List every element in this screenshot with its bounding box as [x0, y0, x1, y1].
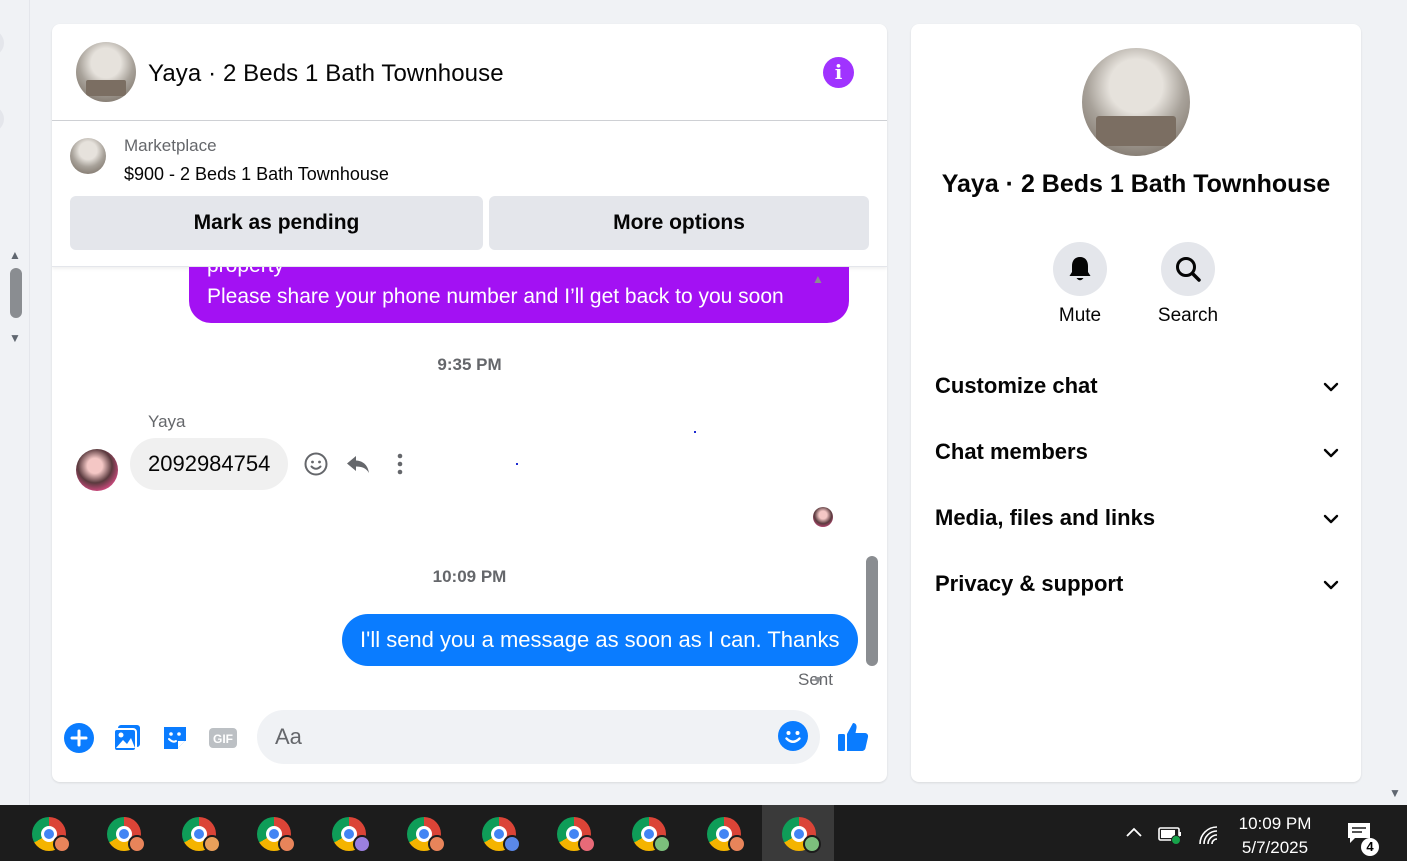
chrome-taskbar-app[interactable] [312, 805, 384, 861]
customize-chat-section[interactable]: Customize chat [935, 367, 1341, 407]
search-button[interactable]: Search [1138, 242, 1238, 327]
section-label: Customize chat [935, 373, 1098, 398]
more-options-button[interactable]: More options [489, 196, 869, 250]
read-receipt-avatar [813, 507, 833, 527]
message-composer: GIF [52, 708, 887, 770]
message-input-container[interactable] [257, 710, 820, 764]
mark-as-pending-button[interactable]: Mark as pending [70, 196, 483, 250]
battery-icon[interactable] [1158, 825, 1184, 861]
page-scroll-down-icon[interactable]: ▼ [1389, 786, 1401, 800]
chat-scrollbar-thumb[interactable] [866, 556, 878, 666]
section-label: Privacy & support [935, 571, 1124, 596]
chat-members-section[interactable]: Chat members [935, 433, 1341, 473]
profile-badge-icon [578, 835, 596, 853]
chat-header: Yaya · 2 Beds 1 Bath Townhouse i [52, 24, 887, 121]
privacy-support-section[interactable]: Privacy & support [935, 565, 1341, 605]
message-text: Please share your phone number and I’ll … [207, 285, 784, 308]
notification-count-badge: 4 [1361, 838, 1379, 856]
scroll-up-arrow-icon[interactable]: ▲ [9, 248, 21, 262]
details-title: Yaya · 2 Beds 1 Bath Townhouse [941, 170, 1331, 198]
left-strip: ▲ ▼ [0, 0, 30, 805]
sender-name: Yaya [148, 412, 186, 431]
info-icon[interactable]: i [823, 57, 854, 88]
listing-thumbnail[interactable] [70, 138, 106, 174]
chrome-taskbar-app[interactable] [12, 805, 84, 861]
chat-scroll-up-icon[interactable]: ▲ [812, 272, 824, 286]
outgoing-message-bubble[interactable]: property Please share your phone number … [189, 267, 849, 323]
chrome-taskbar-app[interactable] [387, 805, 459, 861]
stray-pixel [694, 431, 696, 433]
wifi-icon[interactable] [1196, 823, 1220, 861]
outgoing-message-bubble[interactable]: I'll send you a message as soon as I can… [342, 614, 858, 666]
profile-badge-icon [728, 835, 746, 853]
system-clock[interactable]: 10:09 PM 5/7/2025 [1218, 812, 1332, 860]
section-label: Chat members [935, 439, 1088, 464]
left-scrollbar-thumb[interactable] [10, 268, 22, 318]
clock-time: 10:09 PM [1238, 814, 1312, 833]
chrome-taskbar-app[interactable] [87, 805, 159, 861]
react-emoji-icon[interactable] [303, 451, 329, 477]
chevron-up-icon[interactable] [1124, 825, 1144, 861]
mute-label: Mute [1058, 305, 1102, 326]
profile-badge-icon [128, 835, 146, 853]
scroll-down-arrow-icon[interactable]: ▼ [9, 331, 21, 345]
chrome-taskbar-app[interactable] [162, 805, 234, 861]
media-files-links-section[interactable]: Media, files and links [935, 499, 1341, 539]
profile-badge-icon [203, 835, 221, 853]
left-nav-item[interactable] [0, 30, 4, 56]
incoming-message-bubble[interactable]: 2092984754 [130, 438, 289, 490]
section-label: Media, files and links [935, 505, 1156, 530]
reply-icon[interactable] [345, 451, 371, 477]
chat-avatar[interactable] [76, 42, 136, 102]
emoji-icon[interactable] [778, 721, 808, 751]
chat-panel: Yaya · 2 Beds 1 Bath Townhouse i Marketp… [52, 24, 887, 782]
listing-title[interactable]: $900 - 2 Beds 1 Bath Townhouse [124, 164, 389, 185]
sender-avatar[interactable] [76, 449, 118, 491]
profile-badge-icon [53, 835, 71, 853]
chat-scroll-down-icon[interactable]: ▼ [812, 673, 824, 687]
bell-icon[interactable] [1053, 242, 1107, 296]
search-label: Search [1157, 305, 1219, 326]
timestamp: 10:09 PM [432, 567, 507, 586]
profile-badge-icon [428, 835, 446, 853]
gallery-icon[interactable] [111, 722, 143, 754]
profile-badge-icon [503, 835, 521, 853]
message-text: property [207, 267, 284, 278]
search-icon[interactable] [1161, 242, 1215, 296]
left-nav-item[interactable] [0, 106, 4, 132]
plus-circle-icon[interactable] [63, 722, 95, 754]
profile-badge-icon [653, 835, 671, 853]
chevron-down-icon [1323, 514, 1339, 524]
chat-details-panel: Yaya · 2 Beds 1 Bath Townhouse Mute Sear… [911, 24, 1361, 782]
thumbs-up-icon[interactable] [836, 720, 869, 752]
chevron-down-icon [1323, 382, 1339, 392]
chevron-down-icon [1323, 448, 1339, 458]
marketplace-label: Marketplace [124, 136, 217, 155]
taskbar: 10:09 PM 5/7/2025 4 [0, 805, 1407, 861]
details-avatar[interactable] [1082, 48, 1190, 156]
chrome-taskbar-app[interactable] [537, 805, 609, 861]
message-input[interactable] [275, 710, 765, 764]
chevron-down-icon [1323, 580, 1339, 590]
chrome-taskbar-app[interactable] [612, 805, 684, 861]
svg-text:GIF: GIF [213, 732, 233, 746]
profile-badge-icon [353, 835, 371, 853]
mute-button[interactable]: Mute [1030, 242, 1130, 327]
chrome-taskbar-app[interactable] [237, 805, 309, 861]
profile-badge-icon [803, 835, 821, 853]
more-actions-icon[interactable] [387, 451, 413, 477]
marketplace-listing: Marketplace $900 - 2 Beds 1 Bath Townhou… [52, 121, 887, 267]
sticker-icon[interactable] [159, 722, 191, 754]
message-list: property Please share your phone number … [52, 267, 887, 697]
chrome-taskbar-app[interactable] [462, 805, 534, 861]
gif-icon[interactable]: GIF [207, 722, 239, 754]
chrome-taskbar-app-active[interactable] [762, 805, 834, 861]
timestamp: 9:35 PM [437, 355, 502, 374]
clock-date: 5/7/2025 [1241, 838, 1309, 857]
chat-title[interactable]: Yaya · 2 Beds 1 Bath Townhouse [148, 60, 504, 88]
profile-badge-icon [278, 835, 296, 853]
chrome-taskbar-app[interactable] [687, 805, 759, 861]
stray-pixel [516, 463, 518, 465]
